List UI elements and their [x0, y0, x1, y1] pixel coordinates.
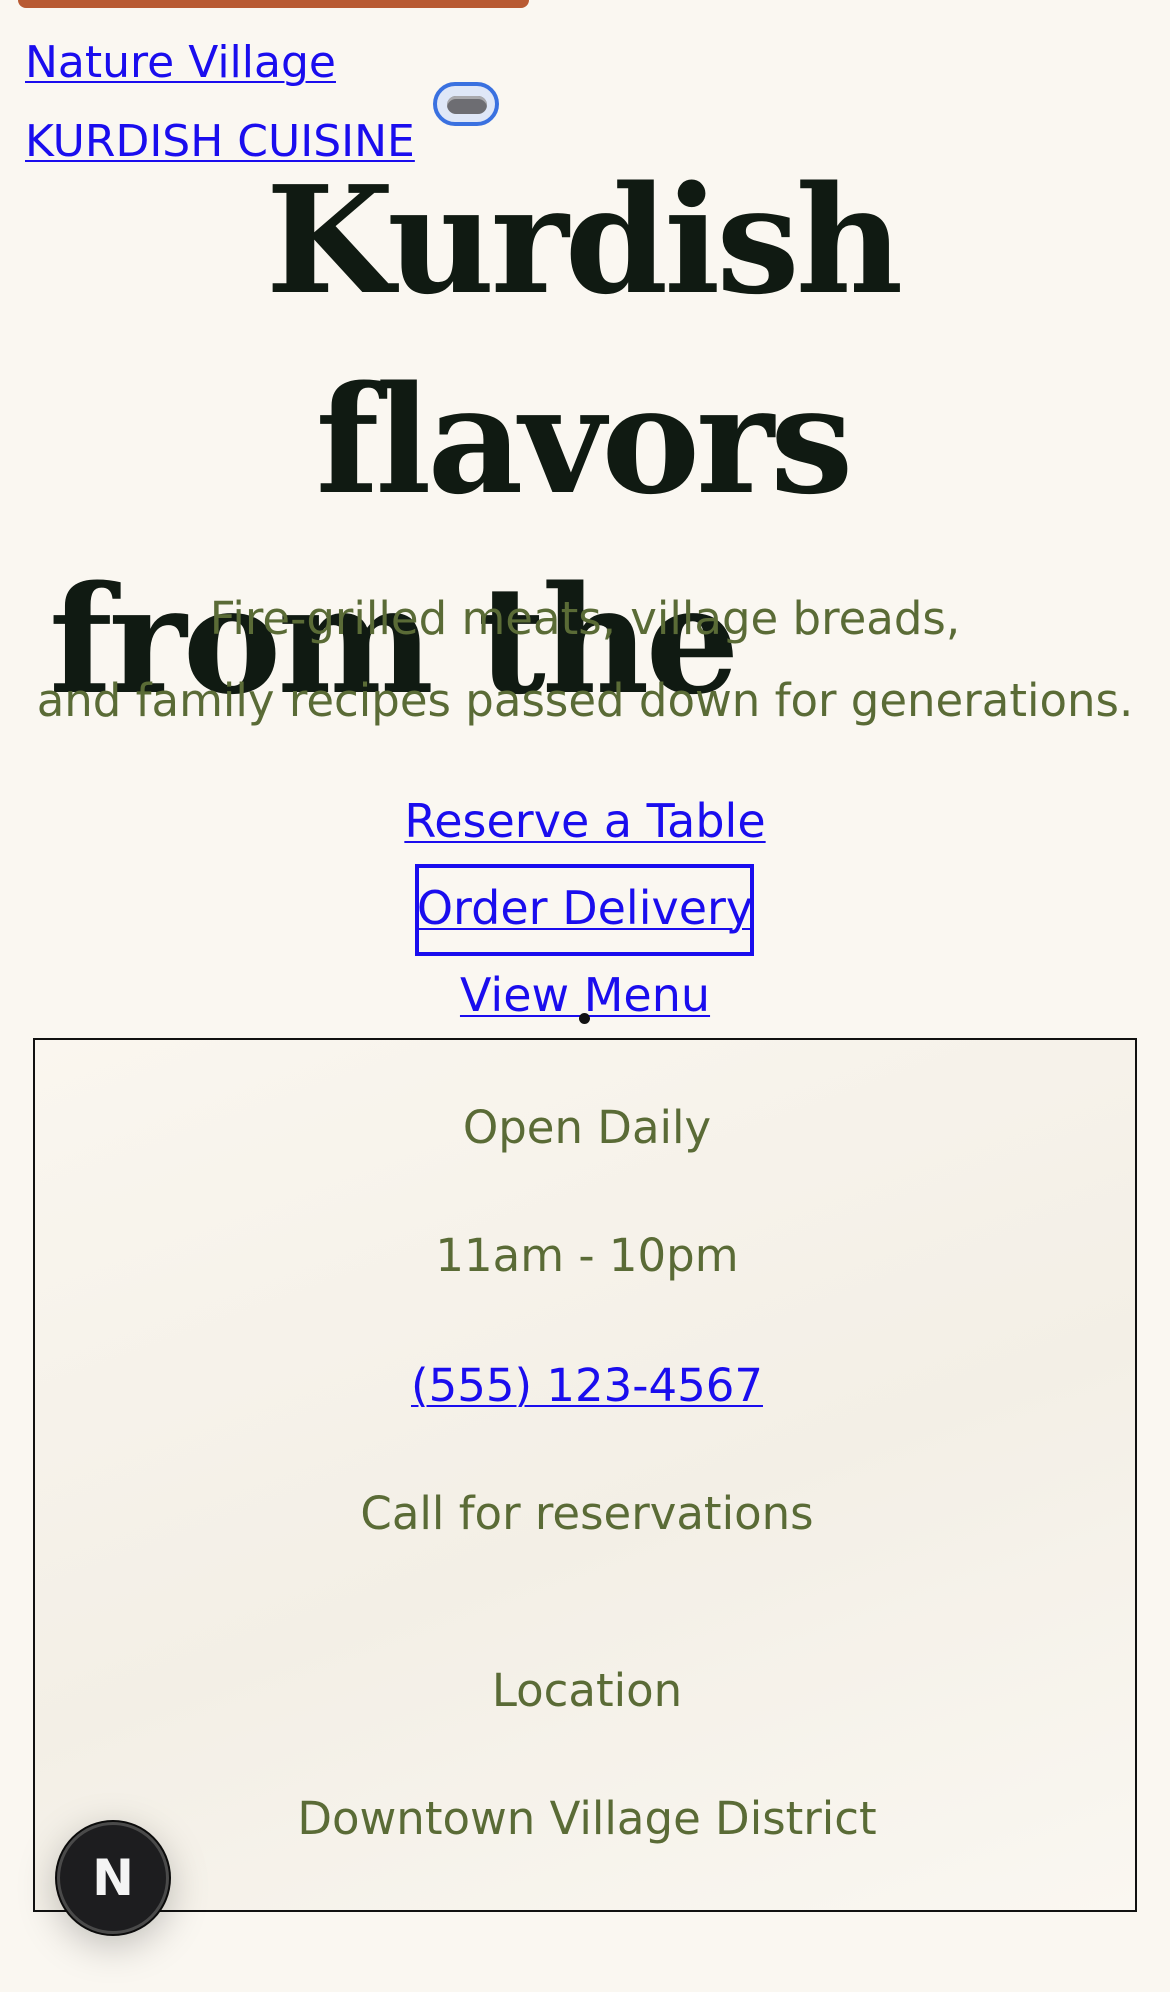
reserve-cta-row: Reserve a Table — [0, 791, 1170, 851]
nextjs-dev-indicator-icon[interactable]: N — [57, 1822, 169, 1934]
reservation-note: Call for reservations — [360, 1487, 814, 1540]
cursor-dot — [579, 1013, 590, 1024]
reserve-table-link[interactable]: Reserve a Table — [404, 794, 765, 848]
accent-bar — [18, 0, 529, 8]
subtext-line-2: and family recipes passed down for gener… — [36, 674, 1134, 727]
brand-link[interactable]: Nature Village — [25, 34, 336, 92]
hero-subtext: Fire-grilled meats, village breads, and … — [0, 578, 1170, 742]
toggle-knob-icon — [447, 96, 487, 114]
opening-hours: 11am - 10pm — [435, 1229, 739, 1282]
headline-line-1: Kurdish flavors — [265, 153, 904, 527]
open-daily-label: Open Daily — [462, 1101, 712, 1154]
location-label: Location — [491, 1664, 683, 1717]
theme-toggle[interactable] — [433, 82, 499, 126]
phone-row: (555) 123-4567 — [35, 1356, 1139, 1416]
phone-link[interactable]: (555) 123-4567 — [411, 1359, 763, 1412]
info-panel: Open Daily 11am - 10pm (555) 123-4567 Ca… — [33, 1038, 1137, 1912]
subtext-line-1: Fire-grilled meats, village breads, — [209, 592, 961, 645]
order-cta-row: Order Delivery — [0, 878, 1170, 938]
location-value: Downtown Village District — [297, 1792, 877, 1845]
order-delivery-link[interactable]: Order Delivery — [417, 881, 753, 935]
